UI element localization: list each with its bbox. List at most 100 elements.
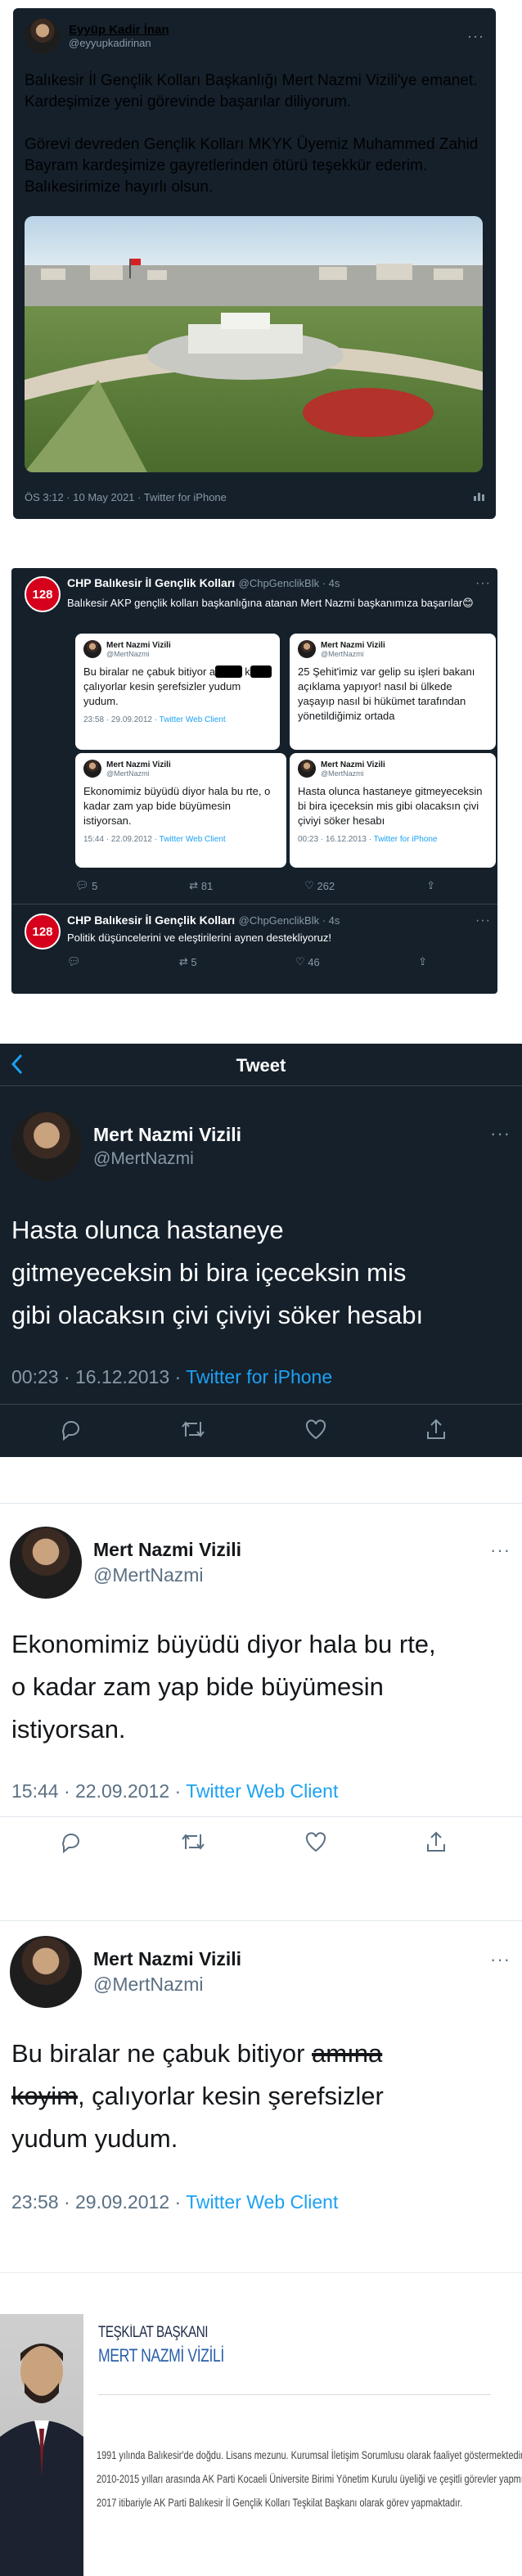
more-dots-icon[interactable]: ···: [490, 1123, 511, 1144]
embedded-screenshot-card[interactable]: Mert Nazmi Vizili @MertNazmi Bu biralar n…: [75, 634, 280, 750]
tweet-line: Hasta olunca hastaneye: [11, 1216, 284, 1244]
more-dots-icon[interactable]: ···: [490, 1949, 511, 1970]
retweet-icon: ⇄: [189, 879, 199, 891]
avatar-badge[interactable]: 128: [25, 576, 61, 612]
tweet-actions: [59, 1417, 448, 1446]
client-link[interactable]: Twitter for iPhone: [186, 1366, 332, 1387]
tweet-line: koyim, çalıyorlar kesin şerefsizler: [11, 2082, 384, 2110]
bio-line: 1991 yılında Balıkesir'de doğdu. Lisans …: [97, 2448, 522, 2461]
author-name[interactable]: CHP Balıkesir İl Gençlik Kolları: [67, 576, 235, 589]
profile-role: TEŞKİLAT BAŞKANI: [98, 2324, 209, 2341]
embedded-screenshot-card[interactable]: Mert Nazmi Vizili @MertNazmi 25 Şehit'imi…: [290, 634, 496, 750]
tweet-actions: 💬︎ ⇄ 5 ♡ 46 ⇪: [67, 955, 427, 968]
tweet-text: Ekonomimiz büyüdü diyor hala bu rte, o k…: [11, 1623, 436, 1751]
avatar[interactable]: [11, 1111, 82, 1181]
avatar: [298, 640, 316, 658]
reply-button[interactable]: 💬︎ 5: [75, 879, 97, 892]
tweet-meta: ÖS 3:12 · 10 May 2021 · Twitter for iPho…: [25, 490, 484, 504]
author-handle[interactable]: @eyyupkadirinan: [69, 37, 169, 49]
tweet-text: Balıkesir AKP gençlik kolları başkanlığı…: [67, 597, 474, 609]
author-name[interactable]: CHP Balıkesir İl Gençlik Kolları: [67, 914, 235, 927]
author-handle[interactable]: @MertNazmi: [93, 1564, 241, 1586]
timestamp[interactable]: 15:44 · 22.09.2012 ·: [11, 1780, 186, 1802]
author-handle[interactable]: @MertNazmi: [93, 1974, 241, 1996]
like-button[interactable]: ♡ 262: [304, 879, 335, 892]
embedded-screenshot-card[interactable]: Mert Nazmi Vizili @MertNazmi Ekonomimiz b…: [75, 753, 286, 868]
avatar: [298, 760, 316, 778]
tweet-paragraph-2: Görevi devreden Gençlik Kolları MKYK Üye…: [25, 136, 479, 196]
card-name: Mert Nazmi Vizili: [106, 760, 171, 769]
retweet-icon[interactable]: [179, 1417, 207, 1446]
avatar[interactable]: [25, 18, 61, 54]
card-name: Mert Nazmi Vizili: [321, 760, 385, 769]
heart-icon[interactable]: [304, 1417, 328, 1446]
quote-tweet-panel-chp: 128 CHP Balıkesir İl Gençlik Kolları @Ch…: [11, 568, 497, 994]
retweet-button[interactable]: ⇄ 81: [189, 879, 213, 892]
reply-icon[interactable]: 💬︎: [67, 955, 81, 968]
timestamp[interactable]: ÖS 3:12 · 10 May 2021 · Twitter for iPho…: [25, 491, 227, 503]
profile-photo: [0, 2314, 83, 2576]
avatar-badge[interactable]: 128: [25, 914, 61, 950]
author-handle-time[interactable]: @ChpGenclikBlk · 4s: [239, 914, 340, 927]
tweet-meta: 00:23 · 16.12.2013 · Twitter for iPhone: [11, 1366, 332, 1388]
author-name[interactable]: Mert Nazmi Vizili: [93, 1948, 241, 1970]
card-meta: 00:23 · 16.12.2013 · Twitter for iPhone: [298, 835, 438, 844]
client-link[interactable]: Twitter Web Client: [186, 2191, 338, 2213]
avatar[interactable]: [10, 1936, 82, 2008]
tweet-meta: 15:44 · 22.09.2012 · Twitter Web Client: [11, 1780, 338, 1802]
retweet-icon: ⇄: [178, 955, 188, 968]
card-text-b: k: [245, 665, 250, 678]
timestamp[interactable]: 00:23 · 16.12.2013 ·: [11, 1366, 186, 1387]
more-dots-icon[interactable]: ···: [467, 28, 484, 45]
tweet-line: Ekonomimiz büyüdü diyor hala bu rte,: [11, 1630, 436, 1658]
share-icon[interactable]: ⇪: [426, 879, 435, 892]
reply-icon[interactable]: [59, 1829, 83, 1858]
card-text: Ekonomimiz büyüdü diyor hala bu rte, o k…: [83, 785, 271, 827]
author-name[interactable]: Eyyüp Kadir İnan: [69, 23, 169, 37]
reply-icon[interactable]: [59, 1417, 83, 1446]
card-text: Hasta olunca hastaneye gitmeyeceksin bi …: [298, 785, 483, 827]
tweet-header-bar: Tweet: [0, 1044, 522, 1086]
more-dots-icon[interactable]: ···: [490, 1540, 511, 1561]
tweet-panel-eyyup: Eyyüp Kadir İnan @eyyupkadirinan ··· Bal…: [13, 8, 496, 519]
author-handle-time[interactable]: @ChpGenclikBlk · 4s: [239, 577, 340, 589]
card-handle: @MertNazmi: [321, 769, 364, 778]
tweet-line: o kadar zam yap bide büyümesin: [11, 1672, 384, 1701]
tweet-paragraph-1: Balıkesir İl Gençlik Kolları Başkanlığı …: [25, 72, 478, 111]
censor-scribble: xxxxx: [215, 665, 242, 678]
embedded-screenshot-card[interactable]: Mert Nazmi Vizili @MertNazmi Hasta olunca…: [290, 753, 496, 868]
profile-bio: 1991 yılında Balıkesir'de doğdu. Lisans …: [97, 2443, 522, 2515]
avatar[interactable]: [10, 1527, 82, 1599]
page-title: Tweet: [236, 1055, 286, 1076]
tweet-photo[interactable]: [25, 216, 483, 472]
client-link[interactable]: Twitter Web Client: [186, 1780, 338, 1802]
retweet-icon[interactable]: [179, 1829, 207, 1858]
censor-scribble: xxxx: [250, 665, 272, 678]
divider: [98, 2394, 491, 2395]
tweet-text: Politik düşüncelerini ve eleştirilerini …: [67, 932, 331, 944]
analytics-icon[interactable]: [473, 490, 484, 504]
timestamp[interactable]: 23:58 · 29.09.2012 ·: [11, 2191, 186, 2213]
tweet-actions: 💬︎ 5 ⇄ 81 ♡ 262 ⇪: [75, 879, 435, 892]
more-dots-icon[interactable]: ···: [475, 576, 491, 591]
card-handle: @MertNazmi: [106, 649, 150, 658]
author-name[interactable]: Mert Nazmi Vizili: [93, 1124, 241, 1146]
more-dots-icon[interactable]: ···: [475, 914, 491, 928]
divider: [11, 904, 497, 905]
tweet-line: Bu biralar ne çabuk bitiyor amına: [11, 2039, 383, 2068]
share-icon[interactable]: [424, 1417, 448, 1446]
card-name: Mert Nazmi Vizili: [106, 640, 171, 650]
retweet-button[interactable]: ⇄ 5: [179, 955, 197, 968]
author-name[interactable]: Mert Nazmi Vizili: [93, 1539, 241, 1561]
struck-word: amına: [312, 2039, 383, 2068]
tweet-line: gibi olacaksın çivi çiviyi söker hesabı: [11, 1301, 424, 1329]
tweet-text: Balıkesir İl Gençlik Kolları Başkanlığı …: [25, 70, 484, 198]
share-icon[interactable]: ⇪: [418, 955, 427, 968]
card-handle: @MertNazmi: [106, 769, 150, 778]
like-button[interactable]: ♡ 46: [295, 955, 320, 968]
heart-icon[interactable]: [304, 1829, 328, 1858]
avatar: [83, 640, 101, 658]
profile-card: TEŞKİLAT BAŞKANI MERT NAZMİ VİZİLİ 1991 …: [0, 2272, 522, 2576]
author-handle[interactable]: @MertNazmi: [93, 1149, 241, 1169]
share-icon[interactable]: [424, 1829, 448, 1858]
